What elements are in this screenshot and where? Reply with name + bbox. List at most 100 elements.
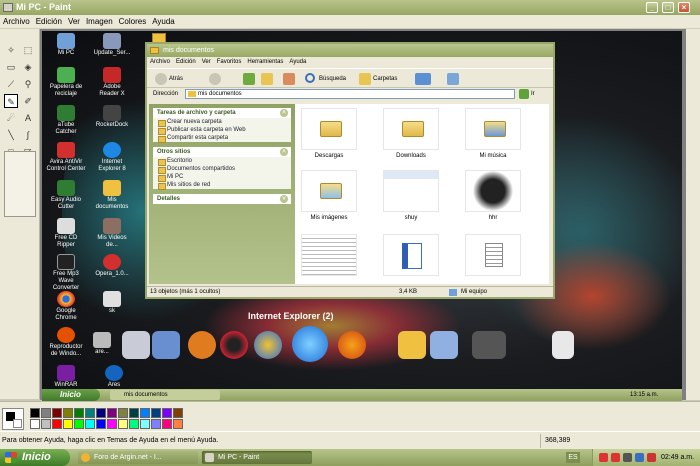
file-item[interactable] xyxy=(299,234,359,279)
go-arrow-icon[interactable] xyxy=(519,89,529,99)
taskbar-button-browser[interactable]: Foro de Argin.net - I... xyxy=(78,451,198,464)
file-item[interactable] xyxy=(381,234,441,279)
start-button[interactable]: Inicio xyxy=(0,449,70,466)
tool-options-box[interactable] xyxy=(4,151,36,217)
close-button[interactable]: × xyxy=(678,2,690,13)
file-item[interactable]: Descargas xyxy=(299,108,359,159)
color-swatch[interactable] xyxy=(107,408,117,418)
ex-menu-archivo[interactable]: Archivo xyxy=(147,59,173,65)
color-swatch[interactable] xyxy=(74,419,84,429)
file-item[interactable]: Mis imágenes xyxy=(299,170,359,221)
ex-menu-herramientas[interactable]: Herramientas xyxy=(244,59,286,65)
current-colors[interactable] xyxy=(2,408,24,430)
move-icon[interactable] xyxy=(283,73,295,85)
search-icon[interactable] xyxy=(305,73,315,83)
folder-dock-icon[interactable] xyxy=(398,331,426,359)
folders-button[interactable]: Carpetas xyxy=(373,69,397,89)
tray-icon[interactable] xyxy=(611,453,620,462)
menu-ayuda[interactable]: Ayuda xyxy=(149,15,178,29)
color-swatch[interactable] xyxy=(85,408,95,418)
rect-select-icon[interactable]: ⬚ xyxy=(21,43,35,57)
color-swatch[interactable] xyxy=(162,419,172,429)
airbrush-icon[interactable]: ☄ xyxy=(4,111,18,125)
ex-menu-edicion[interactable]: Edición xyxy=(173,59,199,65)
color-swatch[interactable] xyxy=(52,408,62,418)
desktop-icon[interactable]: Mis documentos xyxy=(94,180,130,211)
menu-edicion[interactable]: Edición xyxy=(33,15,65,29)
captured-taskbar-button[interactable]: mis documentos xyxy=(110,390,220,400)
place-link[interactable]: Mis sitios de red xyxy=(153,181,291,190)
desktop-icon[interactable]: Free CD Ripper xyxy=(48,218,84,249)
color-swatch[interactable] xyxy=(140,408,150,418)
dock-icon[interactable] xyxy=(220,331,248,359)
color-swatch[interactable] xyxy=(74,408,84,418)
color-swatch[interactable] xyxy=(52,419,62,429)
ex-menu-ayuda[interactable]: Ayuda xyxy=(286,59,309,65)
desktop-icon[interactable]: Opera_1.0... xyxy=(92,254,132,278)
pencil-icon[interactable]: ✎ xyxy=(4,94,18,108)
file-item[interactable] xyxy=(463,234,523,279)
desktop-icon[interactable]: Free Mp3 Wave Converter xyxy=(46,254,86,292)
eraser-icon[interactable]: ▭ xyxy=(4,60,18,74)
task-link[interactable]: Publicar esta carpeta en Web xyxy=(153,126,291,135)
color-swatch[interactable] xyxy=(140,419,150,429)
color-swatch[interactable] xyxy=(162,408,172,418)
captured-start-button[interactable]: Inicio xyxy=(42,389,100,401)
color-swatch[interactable] xyxy=(96,419,106,429)
tray-icon[interactable] xyxy=(647,453,656,462)
folder-dock-icon[interactable] xyxy=(430,331,458,359)
dock-icon[interactable] xyxy=(188,331,216,359)
color-swatch[interactable] xyxy=(30,408,40,418)
free-select-icon[interactable]: ✧ xyxy=(4,43,18,57)
firefox-dock-icon[interactable] xyxy=(338,331,366,359)
line-icon[interactable]: ╲ xyxy=(4,128,18,142)
color-swatch[interactable] xyxy=(151,419,161,429)
color-swatch[interactable] xyxy=(107,419,117,429)
desktop-icon[interactable]: Mis Videos de... xyxy=(94,218,130,249)
media-dock-icon[interactable] xyxy=(472,331,506,359)
desktop-icon[interactable]: Internet Explorer 8 xyxy=(94,142,130,173)
brush-icon[interactable]: ✐ xyxy=(21,94,35,108)
desktop-icon[interactable]: Update_Ser... xyxy=(92,33,132,57)
fill-icon[interactable]: ◈ xyxy=(21,60,35,74)
sync-icon[interactable] xyxy=(447,73,459,85)
desktop-icon[interactable]: Google Chrome xyxy=(48,291,84,322)
folders-icon[interactable] xyxy=(359,73,371,85)
desktop-icon[interactable]: are... xyxy=(84,332,120,356)
desktop-icon[interactable]: Avira AntiVir Control Center xyxy=(44,142,88,173)
file-item[interactable]: shuy xyxy=(381,170,441,221)
color-swatch[interactable] xyxy=(96,408,106,418)
expand-icon[interactable]: ˅ xyxy=(280,195,288,203)
maximize-button[interactable]: □ xyxy=(662,2,674,13)
color-swatch[interactable] xyxy=(30,419,40,429)
pane-header[interactable]: Tareas de archivo y carpeta ˄ xyxy=(153,108,291,118)
desktop-icon[interactable]: Reproductor de Windo... xyxy=(46,327,86,358)
tray-icon[interactable] xyxy=(599,453,608,462)
paint-title-bar[interactable]: Mi PC - Paint _ □ × xyxy=(0,0,700,15)
color-swatch[interactable] xyxy=(41,419,51,429)
place-link[interactable]: Mi PC xyxy=(153,173,291,182)
taskbar-button-paint[interactable]: Mi PC - Paint xyxy=(202,451,312,464)
back-button[interactable]: Atrás xyxy=(169,69,183,89)
address-input[interactable]: mis documentos xyxy=(185,89,515,99)
menu-colores[interactable]: Colores xyxy=(116,15,150,29)
desktop-icon[interactable]: Ares xyxy=(96,365,132,389)
pane-header[interactable]: Detalles ˅ xyxy=(153,194,291,204)
language-indicator[interactable]: ES xyxy=(566,452,580,463)
color-swatch[interactable] xyxy=(173,408,183,418)
color-swatch[interactable] xyxy=(85,419,95,429)
back-arrow-icon[interactable] xyxy=(155,73,167,85)
ie-dock-icon[interactable] xyxy=(292,326,328,362)
text-icon[interactable]: A xyxy=(21,111,35,125)
collapse-icon[interactable]: ˄ xyxy=(280,148,288,156)
menu-archivo[interactable]: Archivo xyxy=(0,15,33,29)
desktop-icon[interactable]: RocketDock xyxy=(94,105,130,129)
vertical-scrollbar[interactable] xyxy=(686,29,700,400)
place-link[interactable]: Escritorio xyxy=(153,157,291,166)
chrome-dock-icon[interactable] xyxy=(254,331,282,359)
desktop-icon[interactable]: Papelera de reciclaje xyxy=(48,67,84,98)
dock-icon[interactable] xyxy=(152,331,180,359)
collapse-icon[interactable]: ˄ xyxy=(280,109,288,117)
desktop-icon[interactable]: Mi PC xyxy=(48,33,84,57)
task-link[interactable]: Compartir esta carpeta xyxy=(153,134,291,143)
